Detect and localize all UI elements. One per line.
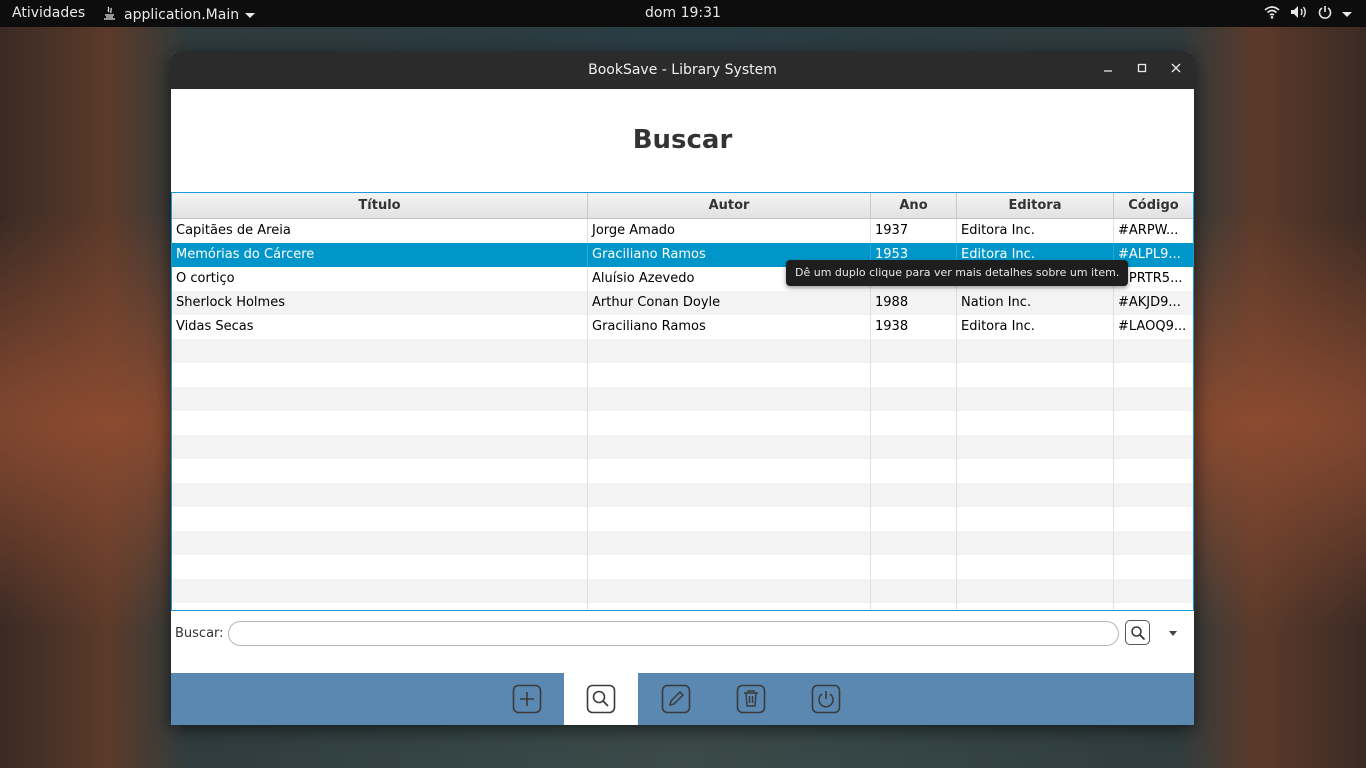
minimize-icon xyxy=(1104,70,1112,72)
maximize-icon xyxy=(1137,63,1147,73)
clock[interactable]: dom 19:31 xyxy=(645,5,721,21)
minimize-button[interactable] xyxy=(1099,61,1117,79)
cell-autor: Arthur Conan Doyle xyxy=(588,291,871,315)
table-row[interactable]: Capitães de Areia Jorge Amado 1937 Edito… xyxy=(172,219,1193,243)
power-icon xyxy=(811,684,841,714)
maximize-button[interactable] xyxy=(1133,61,1151,79)
cell-titulo: Sherlock Holmes xyxy=(172,291,588,315)
cell-codigo: #ARPW... xyxy=(1118,223,1179,238)
cell-titulo: Vidas Secas xyxy=(172,315,588,339)
cell-autor: Jorge Amado xyxy=(588,219,871,243)
column-header-autor[interactable]: Autor xyxy=(588,193,871,218)
table-row[interactable]: Vidas Secas Graciliano Ramos 1938 Editor… xyxy=(172,315,1193,339)
system-tray[interactable] xyxy=(1264,5,1352,23)
cell-autor: Graciliano Ramos xyxy=(588,315,871,339)
exit-button[interactable] xyxy=(789,673,863,725)
empty-row xyxy=(172,387,1193,411)
cell-titulo: Capitães de Areia xyxy=(172,219,588,243)
tooltip: Dê um duplo clique para ver mais detalhe… xyxy=(786,260,1129,286)
cell-ano: 1937 xyxy=(871,219,957,243)
cell-codigo: #AKJD9... xyxy=(1118,295,1181,310)
edit-icon xyxy=(661,684,691,714)
empty-row xyxy=(172,435,1193,459)
column-header-editora[interactable]: Editora xyxy=(957,193,1114,218)
cell-titulo: Memórias do Cárcere xyxy=(172,243,588,267)
column-header-codigo[interactable]: Código xyxy=(1114,193,1193,218)
empty-row xyxy=(172,531,1193,555)
search-label: Buscar: xyxy=(175,626,224,641)
books-table[interactable]: Título Autor Ano Editora Código Capitães… xyxy=(171,192,1194,611)
cell-codigo: #LAOQ9... xyxy=(1118,319,1187,334)
column-header-titulo[interactable]: Título xyxy=(172,193,588,218)
cell-ano: 1938 xyxy=(871,315,957,339)
empty-row xyxy=(172,579,1193,603)
column-header-ano[interactable]: Ano xyxy=(871,193,957,218)
close-icon xyxy=(1171,63,1181,73)
search-input[interactable] xyxy=(228,621,1119,646)
delete-button[interactable] xyxy=(714,673,788,725)
empty-row xyxy=(172,603,1193,610)
edit-button[interactable] xyxy=(639,673,713,725)
table-header: Título Autor Ano Editora Código xyxy=(172,193,1193,219)
chevron-down-icon[interactable] xyxy=(1169,631,1177,636)
app-name: application.Main xyxy=(124,7,240,23)
search-icon xyxy=(1130,625,1145,640)
delete-icon xyxy=(736,684,766,714)
search-button[interactable] xyxy=(1125,620,1150,645)
empty-row xyxy=(172,363,1193,387)
chevron-down-icon xyxy=(1342,11,1352,17)
empty-row xyxy=(172,555,1193,579)
bottom-toolbar xyxy=(171,673,1194,725)
add-button[interactable] xyxy=(490,673,564,725)
cell-titulo: O cortiço xyxy=(172,267,588,291)
empty-row xyxy=(172,459,1193,483)
chevron-down-icon xyxy=(245,12,256,18)
page-title: Buscar xyxy=(632,125,733,155)
cell-ano: 1988 xyxy=(871,291,957,315)
search-bar: Buscar: xyxy=(171,620,1194,650)
system-top-bar: Atividades application.Main dom 19:31 xyxy=(0,0,1366,27)
table-row[interactable]: Sherlock Holmes Arthur Conan Doyle 1988 … xyxy=(172,291,1193,315)
cell-editora: Editora Inc. xyxy=(957,219,1114,243)
empty-row xyxy=(172,411,1193,435)
empty-row xyxy=(172,339,1193,363)
add-icon xyxy=(512,684,542,714)
cell-editora: Nation Inc. xyxy=(957,291,1114,315)
java-icon xyxy=(102,5,118,25)
close-button[interactable] xyxy=(1167,61,1185,79)
search-icon xyxy=(586,684,616,714)
cell-editora: Editora Inc. xyxy=(957,315,1114,339)
app-window: BookSave - Library System Buscar Título … xyxy=(171,52,1194,725)
wifi-icon xyxy=(1264,5,1280,23)
window-title: BookSave - Library System xyxy=(588,62,777,78)
window-titlebar[interactable]: BookSave - Library System xyxy=(171,52,1194,89)
power-icon xyxy=(1318,5,1332,23)
activities-button[interactable]: Atividades xyxy=(12,5,85,21)
empty-row xyxy=(172,483,1193,507)
app-menu[interactable]: application.Main xyxy=(102,5,256,25)
volume-icon xyxy=(1290,5,1308,23)
empty-row xyxy=(172,507,1193,531)
search-tab-button[interactable] xyxy=(564,673,638,725)
